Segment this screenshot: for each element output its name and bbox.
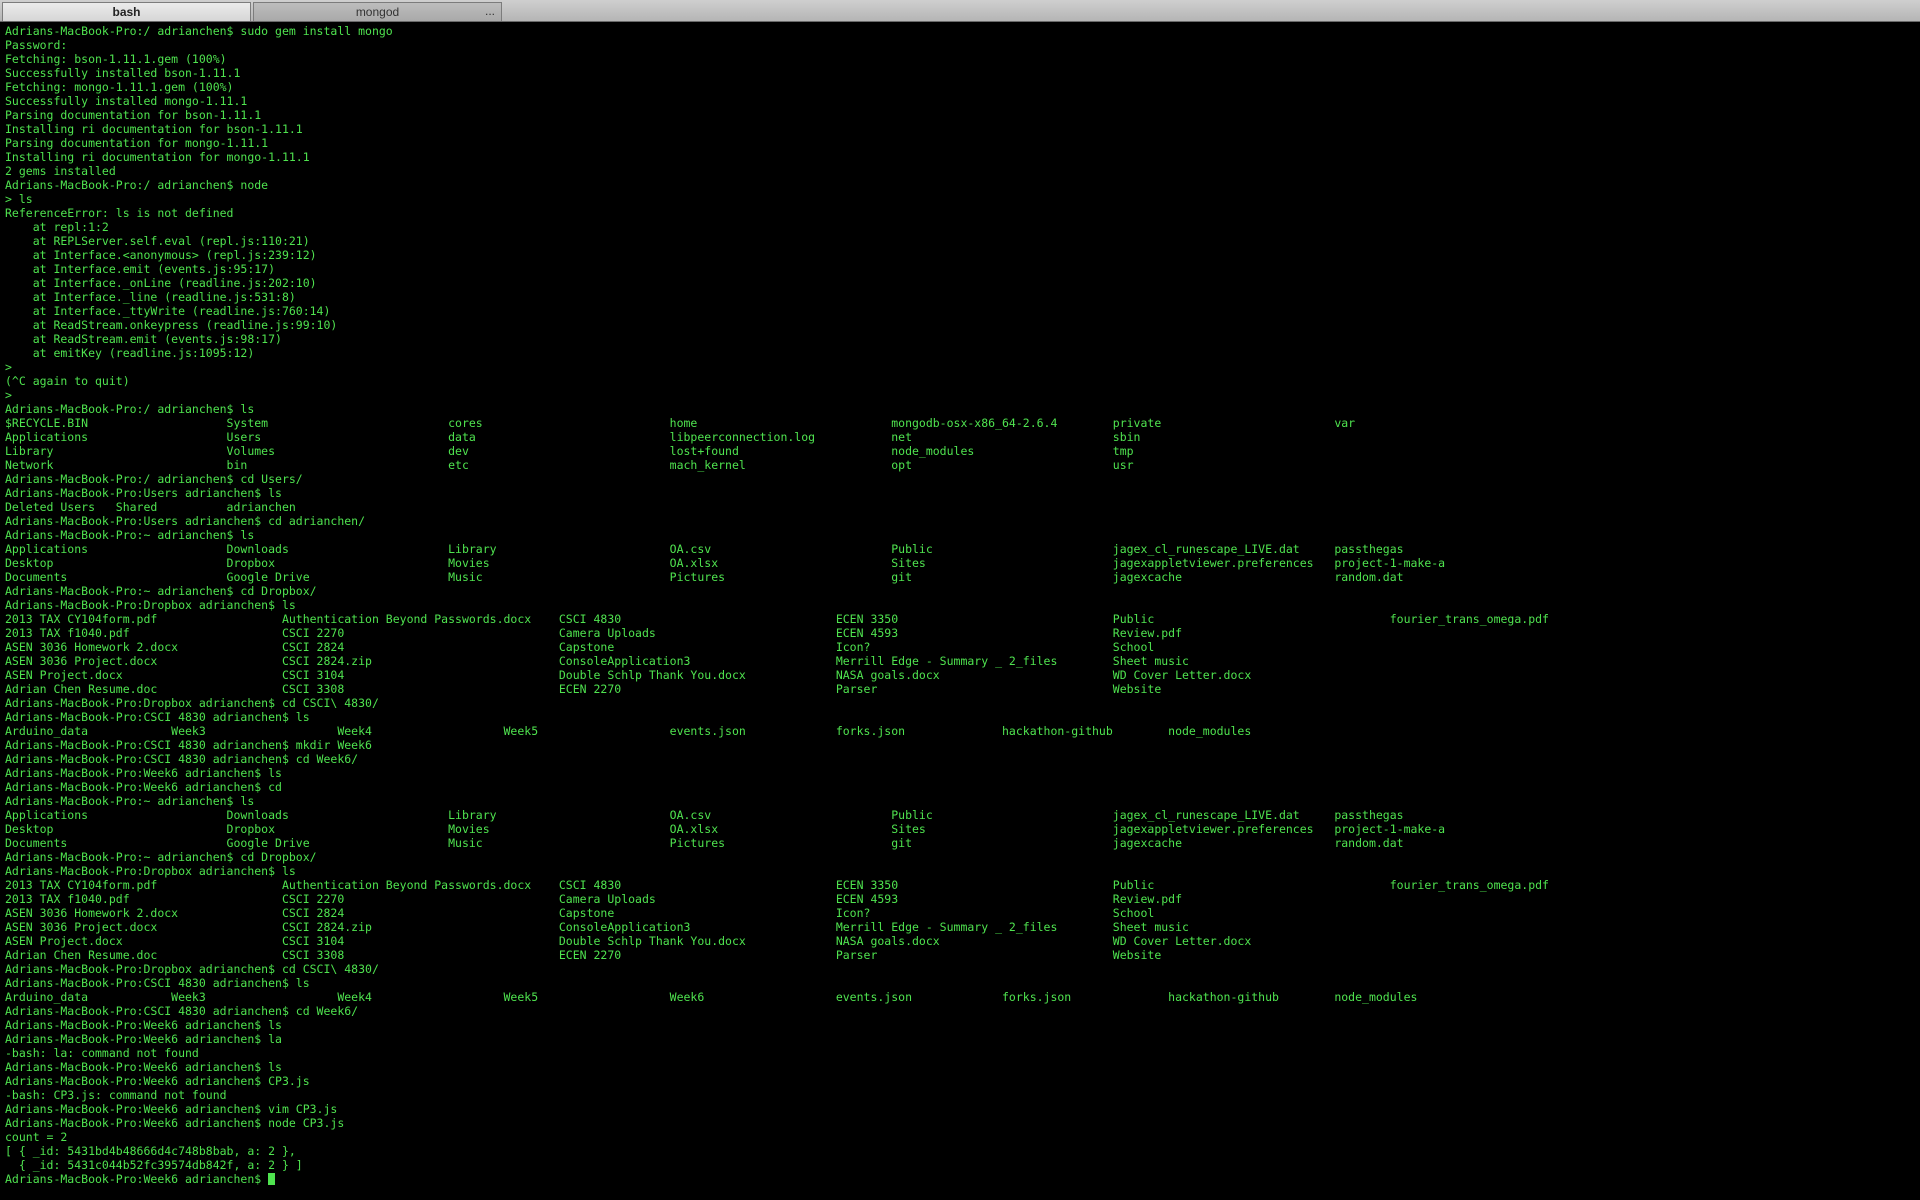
terminal-line: Adrians-MacBook-Pro:/ adrianchen$ node [5, 178, 269, 192]
terminal-line: Adrians-MacBook-Pro:Dropbox adrianchen$ … [5, 696, 379, 710]
terminal-line: ASEN 3036 Project.docx CSCI 2824.zip Con… [5, 654, 1189, 668]
terminal-line: Fetching: bson-1.11.1.gem (100%) [5, 52, 227, 66]
terminal-line: Password: [5, 38, 68, 52]
terminal-line: Deleted Users Shared adrianchen [5, 500, 296, 514]
terminal-line: Adrians-MacBook-Pro:CSCI 4830 adrianchen… [5, 710, 310, 724]
terminal-line: Adrians-MacBook-Pro:Week6 adrianchen$ CP… [5, 1074, 310, 1088]
terminal-line: ASEN 3036 Project.docx CSCI 2824.zip Con… [5, 920, 1189, 934]
terminal-line: Installing ri documentation for bson-1.1… [5, 122, 303, 136]
terminal-line: Adrians-MacBook-Pro:~ adrianchen$ ls [5, 528, 255, 542]
terminal-line: at ReadStream.onkeypress (readline.js:99… [5, 318, 338, 332]
terminal-line: Adrians-MacBook-Pro:Week6 adrianchen$ no… [5, 1116, 345, 1130]
terminal-line: at repl:1:2 [5, 220, 109, 234]
terminal-line: $RECYCLE.BIN System cores home mongodb-o… [5, 416, 1356, 430]
terminal-line: at Interface.emit (events.js:95:17) [5, 262, 276, 276]
terminal-line: Successfully installed bson-1.11.1 [5, 66, 241, 80]
tab-menu-icon[interactable]: ... [485, 4, 495, 18]
terminal-line: Adrians-MacBook-Pro:~ adrianchen$ ls [5, 794, 255, 808]
terminal-line: Adrians-MacBook-Pro:Week6 adrianchen$ ls [5, 1060, 282, 1074]
terminal-line: Adrians-MacBook-Pro:Week6 adrianchen$ ls [5, 766, 282, 780]
terminal-line: (^C again to quit) [5, 374, 130, 388]
terminal-line: at ReadStream.emit (events.js:98:17) [5, 332, 282, 346]
terminal-line: at Interface._ttyWrite (readline.js:760:… [5, 304, 331, 318]
terminal-line: Adrians-MacBook-Pro:Week6 adrianchen$ ls [5, 1018, 282, 1032]
terminal-line: Adrians-MacBook-Pro:Dropbox adrianchen$ … [5, 598, 296, 612]
terminal-line: Adrians-MacBook-Pro:CSCI 4830 adrianchen… [5, 752, 359, 766]
terminal-line: Parsing documentation for mongo-1.11.1 [5, 136, 269, 150]
terminal-line: count = 2 [5, 1130, 68, 1144]
terminal-line: 2 gems installed [5, 164, 116, 178]
terminal-line: Fetching: mongo-1.11.1.gem (100%) [5, 80, 234, 94]
terminal-line: 2013 TAX f1040.pdf CSCI 2270 Camera Uplo… [5, 892, 1183, 906]
terminal-line: [ { _id: 5431bd4b48666d4c748b8bab, a: 2 … [5, 1144, 296, 1158]
terminal-output[interactable]: Adrians-MacBook-Pro:/ adrianchen$ sudo g… [5, 24, 1915, 1196]
terminal-line: 2013 TAX CY104form.pdf Authentication Be… [5, 878, 1549, 892]
terminal-line: -bash: la: command not found [5, 1046, 199, 1060]
terminal-line: ReferenceError: ls is not defined [5, 206, 234, 220]
tab-label: mongod [355, 5, 400, 19]
terminal-line: Adrians-MacBook-Pro:/ adrianchen$ ls [5, 402, 255, 416]
terminal-line: Library Volumes dev lost+found node_modu… [5, 444, 1134, 458]
terminal-line: Adrians-MacBook-Pro:/ adrianchen$ cd Use… [5, 472, 303, 486]
terminal-line: Adrians-MacBook-Pro:~ adrianchen$ cd Dro… [5, 850, 317, 864]
terminal-line: Adrians-MacBook-Pro:Week6 adrianchen$ cd [5, 780, 282, 794]
terminal-line: Adrians-MacBook-Pro:Users adrianchen$ cd… [5, 514, 366, 528]
terminal-line: { _id: 5431c044b52fc39574db842f, a: 2 } … [5, 1158, 303, 1172]
tab-bar: bash mongod ... [0, 0, 1920, 22]
terminal-line: Applications Downloads Library OA.csv Pu… [5, 808, 1404, 822]
terminal-line: Adrians-MacBook-Pro:CSCI 4830 adrianchen… [5, 738, 372, 752]
terminal-line: ASEN 3036 Homework 2.docx CSCI 2824 Caps… [5, 906, 1155, 920]
terminal-line: Parsing documentation for bson-1.11.1 [5, 108, 262, 122]
terminal-line: at REPLServer.self.eval (repl.js:110:21) [5, 234, 310, 248]
terminal-line: Desktop Dropbox Movies OA.xlsx Sites jag… [5, 556, 1446, 570]
terminal-line: at Interface.<anonymous> (repl.js:239:12… [5, 248, 317, 262]
terminal-line: Adrians-MacBook-Pro:/ adrianchen$ sudo g… [5, 24, 393, 38]
terminal-line: Successfully installed mongo-1.11.1 [5, 94, 248, 108]
tab-label: bash [112, 5, 141, 19]
terminal-line: Adrians-MacBook-Pro:Dropbox adrianchen$ … [5, 962, 379, 976]
terminal-prompt: Adrians-MacBook-Pro:Week6 adrianchen$ [5, 1172, 269, 1186]
terminal-line: Adrian Chen Resume.doc CSCI 3308 ECEN 22… [5, 948, 1162, 962]
terminal-line: Documents Google Drive Music Pictures gi… [5, 570, 1404, 584]
terminal-line: ASEN 3036 Homework 2.docx CSCI 2824 Caps… [5, 640, 1155, 654]
terminal-line: Network bin etc mach_kernel opt usr [5, 458, 1134, 472]
terminal-line: > [5, 360, 12, 374]
terminal-line: at Interface._line (readline.js:531:8) [5, 290, 296, 304]
text-cursor [268, 1173, 276, 1185]
terminal-line: Adrian Chen Resume.doc CSCI 3308 ECEN 22… [5, 682, 1162, 696]
terminal-line: > [5, 388, 12, 402]
terminal-line: at emitKey (readline.js:1095:12) [5, 346, 255, 360]
terminal-line: Documents Google Drive Music Pictures gi… [5, 836, 1404, 850]
terminal-line: Adrians-MacBook-Pro:CSCI 4830 adrianchen… [5, 976, 310, 990]
terminal-line: ASEN Project.docx CSCI 3104 Double Schlp… [5, 668, 1252, 682]
terminal-line: 2013 TAX CY104form.pdf Authentication Be… [5, 612, 1549, 626]
terminal-line: 2013 TAX f1040.pdf CSCI 2270 Camera Uplo… [5, 626, 1183, 640]
terminal-line: at Interface._onLine (readline.js:202:10… [5, 276, 317, 290]
tab-bash[interactable]: bash [2, 2, 251, 21]
terminal-line: Desktop Dropbox Movies OA.xlsx Sites jag… [5, 822, 1446, 836]
terminal-line: Arduino_data Week3 Week4 Week5 events.js… [5, 724, 1252, 738]
terminal-line: Adrians-MacBook-Pro:~ adrianchen$ cd Dro… [5, 584, 317, 598]
terminal-line: Adrians-MacBook-Pro:Users adrianchen$ ls [5, 486, 282, 500]
terminal-line: ASEN Project.docx CSCI 3104 Double Schlp… [5, 934, 1252, 948]
terminal-line: Adrians-MacBook-Pro:Dropbox adrianchen$ … [5, 864, 296, 878]
terminal-line: Adrians-MacBook-Pro:Week6 adrianchen$ la [5, 1032, 282, 1046]
terminal-line: Adrians-MacBook-Pro:Week6 adrianchen$ vi… [5, 1102, 338, 1116]
terminal-line: Arduino_data Week3 Week4 Week5 Week6 eve… [5, 990, 1418, 1004]
terminal-prompt-line[interactable]: Adrians-MacBook-Pro:Week6 adrianchen$ [5, 1172, 1915, 1186]
terminal-line: Applications Users data libpeerconnectio… [5, 430, 1141, 444]
terminal-line: > ls [5, 192, 33, 206]
terminal-line: Adrians-MacBook-Pro:CSCI 4830 adrianchen… [5, 1004, 359, 1018]
terminal-line: Installing ri documentation for mongo-1.… [5, 150, 310, 164]
tab-mongod[interactable]: mongod ... [253, 2, 502, 21]
terminal-line: -bash: CP3.js: command not found [5, 1088, 227, 1102]
terminal-line: Applications Downloads Library OA.csv Pu… [5, 542, 1404, 556]
